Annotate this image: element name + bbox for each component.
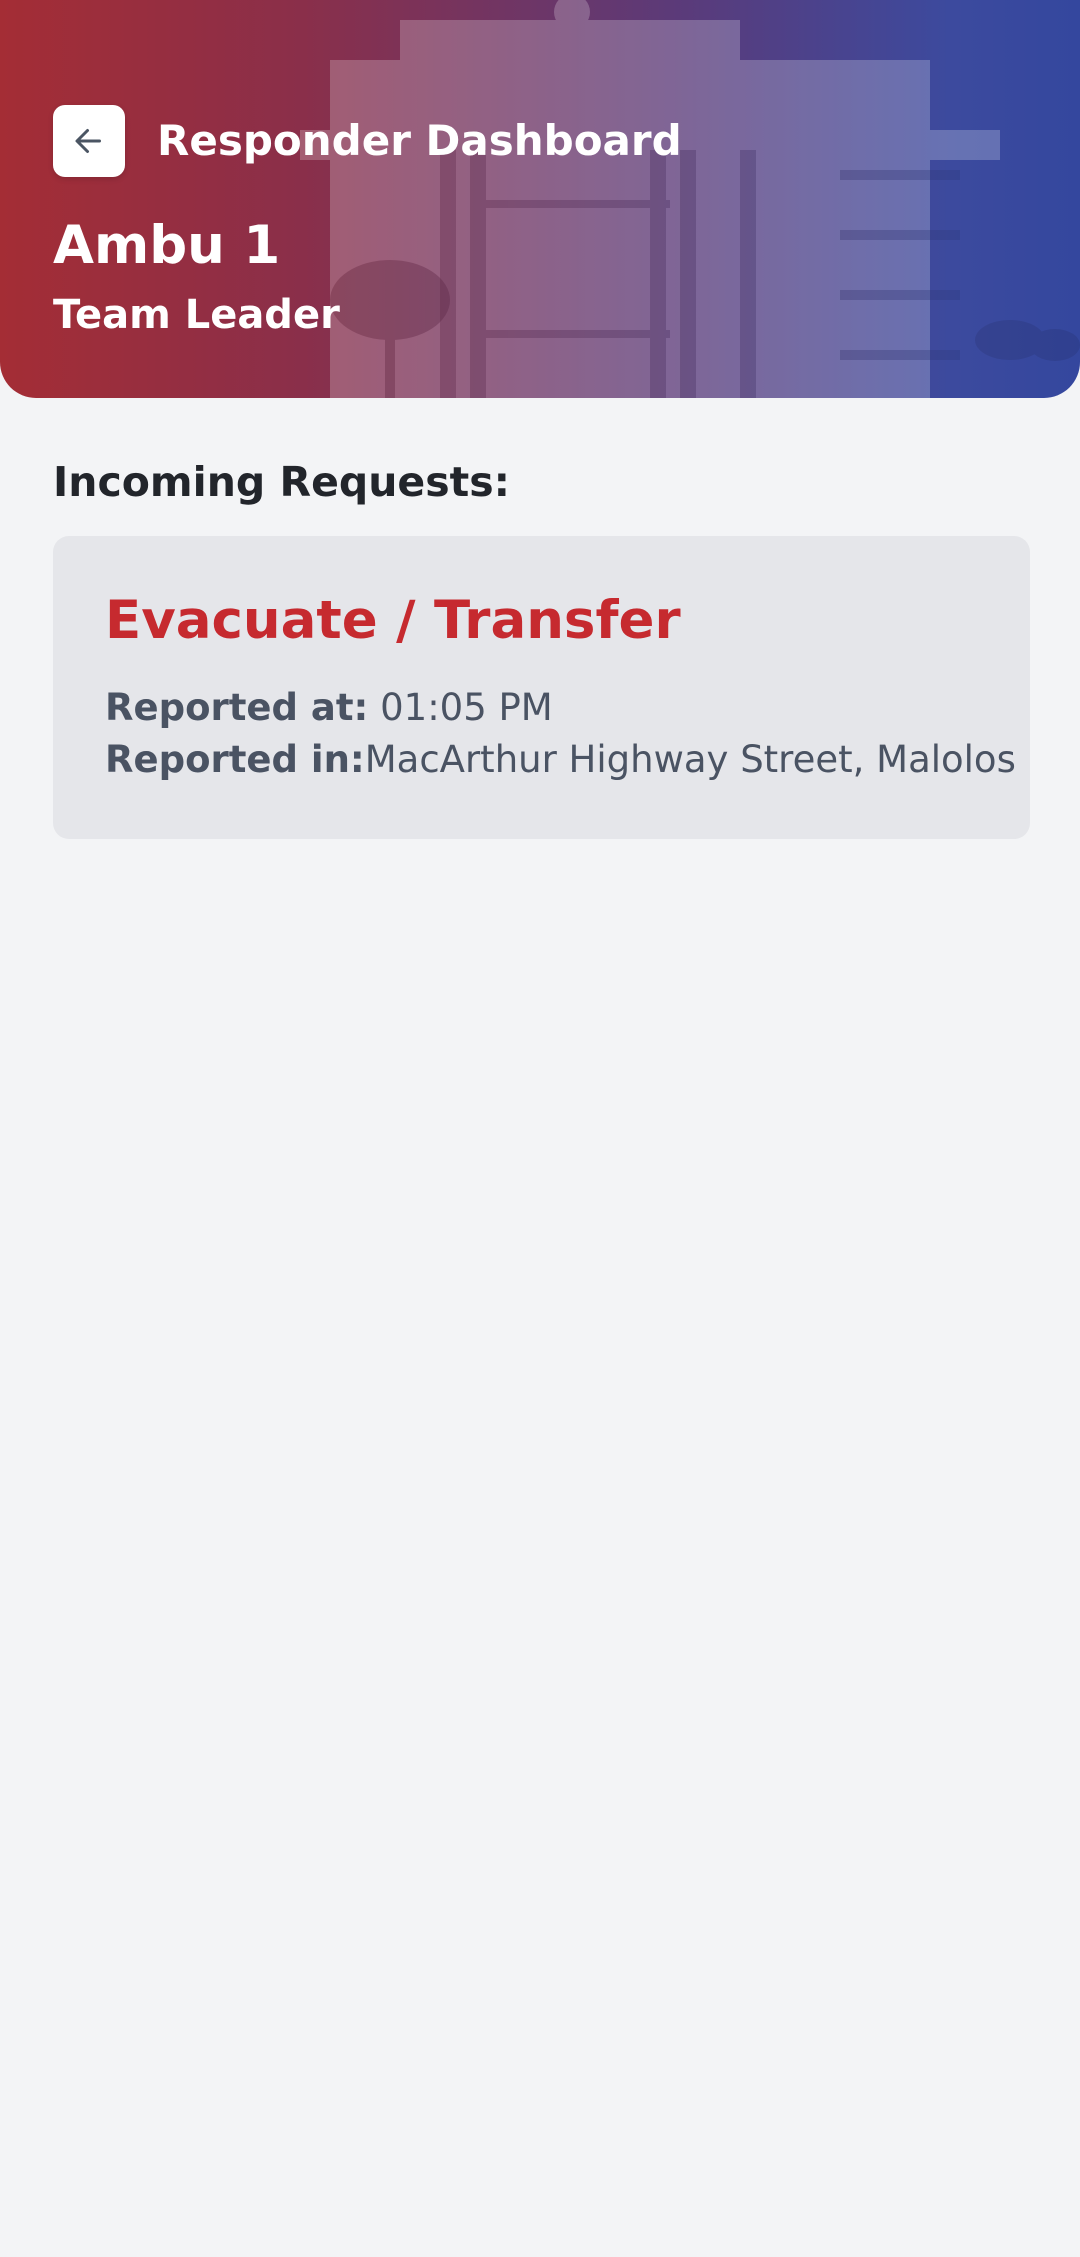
responder-role: Team Leader — [53, 292, 340, 338]
arrow-left-icon — [75, 129, 101, 153]
reported-in-value: MacArthur Highway Street, Malolos — [364, 738, 1016, 781]
dashboard-header: Responder Dashboard Ambu 1 Team Leader — [0, 0, 1080, 398]
responder-unit-name: Ambu 1 — [53, 215, 281, 276]
incoming-requests-heading: Incoming Requests: — [53, 458, 511, 506]
reported-in-label: Reported in: — [105, 738, 365, 781]
request-type: Evacuate / Transfer — [105, 590, 681, 651]
reported-at-value: 01:05 PM — [380, 686, 553, 729]
reported-at-label: Reported at: — [105, 686, 369, 729]
reported-in-line: Reported in:MacArthur Highway Street, Ma… — [105, 734, 1016, 786]
reported-at-line: Reported at: 01:05 PM — [105, 682, 553, 734]
page-title: Responder Dashboard — [157, 116, 682, 165]
request-card[interactable]: Evacuate / Transfer Reported at: 01:05 P… — [53, 536, 1030, 839]
back-button[interactable] — [53, 105, 125, 177]
